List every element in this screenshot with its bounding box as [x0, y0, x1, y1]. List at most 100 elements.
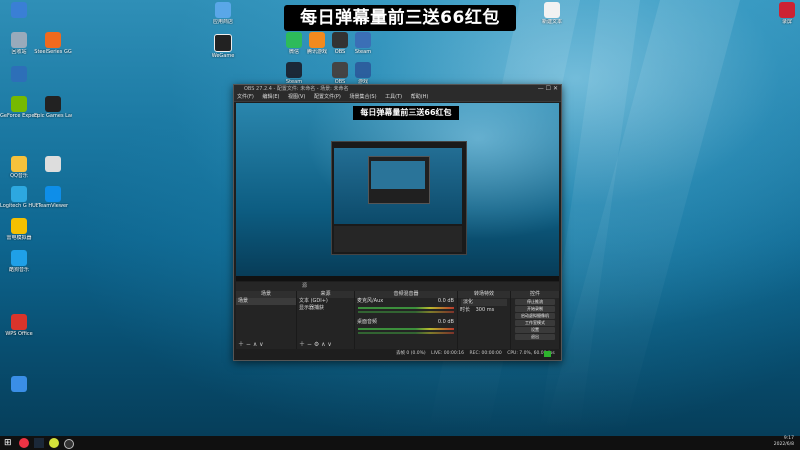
app-icon — [45, 186, 61, 202]
channel-level: 0.0 dB — [437, 319, 454, 325]
desktop-icon-label: 回收站 — [11, 49, 27, 55]
obs-status-bar: 丢帧 0 (0.0%) LIVE: 00:00:16 REC: 00:00:00… — [236, 350, 559, 358]
desktop-icon[interactable]: SteelSeries GG — [34, 32, 72, 55]
scene-item[interactable]: 场景 — [236, 298, 296, 305]
menu-help[interactable]: 帮助(H) — [411, 94, 429, 100]
obs-menu-bar: 文件(F) 编辑(E) 视图(V) 配置文件(P) 场景集合(S) 工具(T) … — [234, 93, 561, 102]
source-item[interactable]: 显示器捕获 — [297, 305, 354, 312]
source-item[interactable]: 文本 (GDI+) — [297, 298, 354, 305]
desktop-icon-label: SteelSeries GG — [34, 49, 72, 55]
app-icon[interactable] — [49, 438, 59, 448]
desktop-icon[interactable]: WPS Office — [0, 314, 38, 337]
stream-status-indicator — [544, 351, 551, 357]
source-toolbar-label: 源 — [302, 283, 308, 289]
rec-time: REC: 00:00:00 — [469, 351, 502, 356]
obs-taskbar-icon[interactable] — [64, 439, 74, 449]
transitions-header: 转场特效 — [458, 291, 510, 298]
danmaku-banner: 每日弹幕量前三送66红包 — [284, 5, 516, 31]
obs-docks: 场景 场景 ＋ − ∧ ∨ 来源 文本 (GDI+) 显示器捕获 ＋ − ⚙ ∧… — [236, 291, 560, 349]
app-icon — [11, 156, 27, 172]
desktop-icon[interactable]: TeamViewer — [34, 186, 72, 209]
duration-value: 300 ms — [475, 307, 495, 313]
source-controls[interactable]: ＋ − ⚙ ∧ ∨ — [299, 339, 332, 348]
menu-edit[interactable]: 编辑(E) — [262, 94, 279, 100]
desktop-icon[interactable]: 新建文本 — [533, 2, 571, 25]
desktop-icon[interactable]: QQ音乐 — [0, 156, 38, 179]
channel-name: 麦克风/Aux — [357, 298, 384, 304]
nested-obs-capture — [331, 141, 467, 255]
desktop-icon[interactable]: GeForce Experience — [0, 96, 38, 119]
controls-header: 控件 — [511, 291, 559, 298]
desktop-icon[interactable] — [0, 66, 38, 83]
start-recording-button[interactable]: 开始录制 — [515, 306, 555, 312]
sources-dock: 来源 文本 (GDI+) 显示器捕获 ＋ − ⚙ ∧ ∨ — [297, 291, 355, 349]
dropped-frames: 丢帧 0 (0.0%) — [396, 351, 426, 356]
desktop-icon[interactable]: 游戏 — [344, 62, 382, 85]
preview-banner: 每日弹幕量前三送66红包 — [353, 106, 459, 120]
menu-file[interactable]: 文件(F) — [237, 94, 254, 100]
desktop-icon-label: 酷狗音乐 — [8, 267, 29, 273]
obs-source-toolbar: 源 — [236, 282, 559, 291]
desktop-icon[interactable]: Logitech G HUB — [0, 186, 38, 209]
obs-window[interactable]: OBS 27.2.4 - 配置文件: 未命名 - 场景: 未命名 — ☐ ✕ 文… — [233, 84, 562, 361]
studio-mode-button[interactable]: 工作室模式 — [515, 320, 555, 326]
scenes-dock: 场景 场景 ＋ − ∧ ∨ — [236, 291, 297, 349]
app-icon — [11, 66, 27, 82]
desktop-icon[interactable]: WeGame — [204, 34, 242, 59]
obs-title-bar[interactable]: OBS 27.2.4 - 配置文件: 未命名 - 场景: 未命名 — ☐ ✕ — [234, 85, 561, 93]
preview-taskbar — [236, 276, 559, 281]
transitions-dock: 转场特效 淡化 时长 300 ms — [458, 291, 511, 349]
desktop-icon[interactable] — [0, 2, 38, 19]
clock-date: 2022/6/8 — [773, 442, 794, 447]
windows-start-icon[interactable]: ⊞ — [4, 438, 14, 448]
desktop-icon-label: Logitech G HUB — [0, 203, 38, 209]
system-tray[interactable]: 9:17 2022/6/8 — [774, 436, 794, 450]
app-icon — [11, 32, 27, 48]
app-icon — [11, 218, 27, 234]
stop-streaming-button[interactable]: 停止推流 — [515, 299, 555, 305]
mixer-channel-name: 桌面音频 0.0 dB — [355, 319, 457, 326]
app-icon — [45, 96, 61, 112]
scene-controls[interactable]: ＋ − ∧ ∨ — [238, 339, 264, 348]
desktop-icon-label: GeForce Experience — [0, 113, 38, 119]
volume-slider[interactable] — [358, 311, 454, 313]
desktop-icon[interactable] — [0, 376, 38, 393]
desktop-icon[interactable]: Epic Games Launcher — [34, 96, 72, 119]
volume-slider[interactable] — [358, 332, 454, 334]
sources-header: 来源 — [297, 291, 354, 298]
desktop-icon[interactable]: Steam — [344, 32, 382, 55]
duration-label: 时长 — [460, 307, 471, 313]
audio-meter — [358, 328, 454, 330]
menu-scene-collection[interactable]: 场景集合(S) — [349, 94, 376, 100]
transition-duration[interactable]: 时长 300 ms — [458, 307, 510, 314]
window-controls[interactable]: — ☐ ✕ — [538, 85, 558, 93]
desktop-icon[interactable] — [34, 156, 72, 173]
desktop-icon[interactable]: 录屏 — [768, 2, 800, 25]
desktop-icon[interactable]: 应用商店 — [204, 2, 242, 25]
steam-icon[interactable] — [34, 438, 44, 448]
menu-tools[interactable]: 工具(T) — [385, 94, 402, 100]
obs-window-title: OBS 27.2.4 - 配置文件: 未命名 - 场景: 未命名 — [244, 86, 349, 92]
menu-view[interactable]: 视图(V) — [288, 94, 305, 100]
obs-preview[interactable]: 每日弹幕量前三送66红包 — [236, 103, 559, 281]
settings-button[interactable]: 设置 — [515, 327, 555, 333]
app-icon — [11, 186, 27, 202]
windows-taskbar: ⊞ 9:17 2022/6/8 — [0, 436, 800, 450]
desktop-icon[interactable]: Steam — [275, 62, 313, 85]
desktop-icon[interactable]: 雷电模拟器 — [0, 218, 38, 241]
app-icon — [11, 2, 27, 18]
desktop-icon-label: WPS Office — [5, 331, 33, 337]
menu-profile[interactable]: 配置文件(P) — [314, 94, 341, 100]
mixer-dock: 音频混音器 麦克风/Aux 0.0 dB 桌面音频 0.0 dB — [355, 291, 458, 349]
desktop-icon-label: TeamViewer — [37, 203, 69, 209]
exit-button[interactable]: 退出 — [515, 334, 555, 340]
desktop-icon[interactable]: 酷狗音乐 — [0, 250, 38, 273]
transition-select[interactable]: 淡化 — [461, 299, 507, 306]
virtual-camera-button[interactable]: 启动虚拟摄像机 — [515, 313, 555, 319]
audio-meter — [358, 307, 454, 309]
app-icon — [45, 156, 61, 172]
desktop-icon[interactable]: 回收站 — [0, 32, 38, 55]
desktop-icon-label: Epic Games Launcher — [34, 113, 72, 119]
browser-icon[interactable] — [19, 438, 29, 448]
desktop-icon-label: 雷电模拟器 — [6, 235, 32, 241]
